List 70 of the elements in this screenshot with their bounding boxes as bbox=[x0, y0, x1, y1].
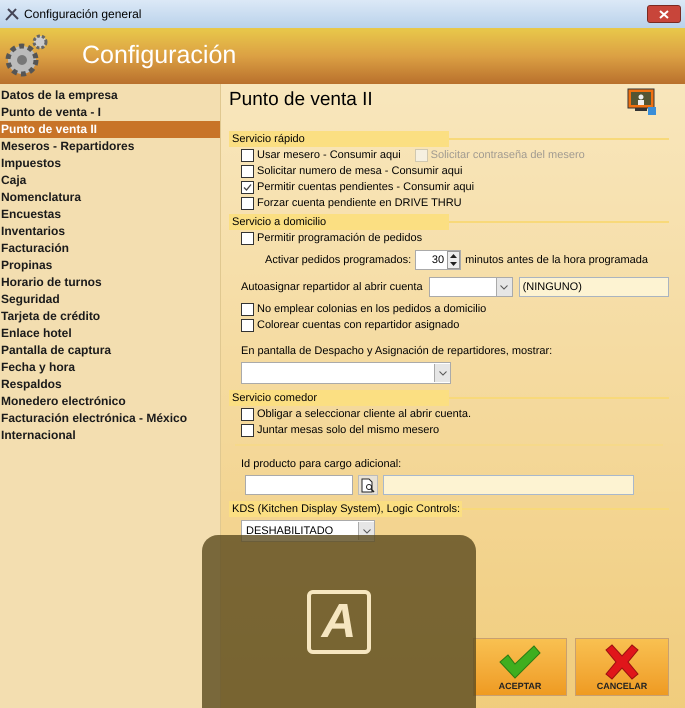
checkbox-label: Solicitar numero de mesa - Consumir aqui bbox=[257, 164, 462, 179]
checkbox[interactable] bbox=[241, 148, 254, 162]
sidebar-item[interactable]: Monedero electrónico bbox=[0, 393, 220, 410]
spinner-label: Activar pedidos programados: bbox=[265, 252, 412, 268]
section-heading: Servicio rápido bbox=[229, 131, 449, 147]
checkmark-icon bbox=[498, 644, 542, 680]
repartidor-name-field: (NINGUNO) bbox=[518, 277, 669, 297]
checkbox-label: Permitir programación de pedidos bbox=[257, 230, 422, 246]
sidebar-item[interactable]: Punto de venta - I bbox=[0, 104, 220, 121]
checkbox[interactable] bbox=[241, 424, 254, 436]
sidebar-item[interactable]: Respaldos bbox=[0, 376, 220, 393]
combo-label: Autoasignar repartidor al abrir cuenta bbox=[241, 280, 423, 295]
checkbox-label: Obligar a seleccionar cliente al abrir cuenta. bbox=[257, 406, 472, 422]
sidebar-item[interactable]: Seguridad bbox=[0, 291, 220, 308]
checkbox[interactable] bbox=[241, 180, 254, 194]
number-spinner[interactable]: 30 bbox=[415, 250, 462, 270]
search-button[interactable] bbox=[358, 475, 378, 495]
sidebar-item[interactable]: Propinas bbox=[0, 257, 220, 274]
checkbox-label: No emplear colonias en los pedidos a domicilio bbox=[257, 302, 486, 317]
select-field[interactable] bbox=[241, 362, 451, 384]
sidebar-item[interactable]: Impuestos bbox=[0, 155, 220, 172]
section-heading: Servicio comedor bbox=[229, 390, 449, 406]
spin-arrows-icon bbox=[447, 251, 460, 269]
checkbox[interactable] bbox=[241, 302, 254, 316]
checkbox-label: Juntar mesas solo del mismo mesero bbox=[257, 422, 440, 438]
monitor-icon bbox=[627, 88, 657, 116]
checkbox[interactable] bbox=[241, 164, 254, 178]
sidebar-item[interactable]: Datos de la empresa bbox=[0, 87, 220, 104]
sidebar-item[interactable]: Encuestas bbox=[0, 206, 220, 223]
tools-icon bbox=[4, 6, 20, 22]
checkbox[interactable] bbox=[241, 318, 254, 332]
sidebar-item[interactable]: Pantalla de captura bbox=[0, 342, 220, 359]
accept-button[interactable]: ACEPTAR bbox=[473, 638, 567, 696]
close-icon bbox=[659, 10, 669, 18]
sidebar-item[interactable]: Meseros - Repartidores bbox=[0, 138, 220, 155]
checkbox-label: Colorear cuentas con repartidor asignado bbox=[257, 318, 460, 333]
sidebar-item[interactable]: Tarjeta de crédito bbox=[0, 308, 220, 325]
window-title: Configuración general bbox=[24, 6, 142, 23]
chevron-down-icon bbox=[362, 528, 370, 534]
spinner-suffix: minutos antes de la hora programada bbox=[465, 252, 648, 268]
sidebar-item[interactable]: Horario de turnos bbox=[0, 274, 220, 291]
field-label: En pantalla de Despacho y Asignación de repartidores, mostrar: bbox=[241, 344, 552, 358]
checkbox[interactable] bbox=[241, 196, 254, 210]
chevron-down-icon bbox=[500, 284, 508, 290]
sidebar-item[interactable]: Facturación bbox=[0, 240, 220, 257]
sidebar-item[interactable]: Facturación electrónica - México bbox=[0, 410, 220, 427]
checkbox[interactable] bbox=[241, 408, 254, 420]
sidebar-item[interactable]: Nomenclatura bbox=[0, 189, 220, 206]
checkbox-label: Forzar cuenta pendiente en DRIVE THRU bbox=[257, 196, 462, 211]
sidebar-item[interactable]: Inventarios bbox=[0, 223, 220, 240]
sidebar-item[interactable]: Punto de venta II bbox=[0, 121, 220, 138]
close-button[interactable] bbox=[647, 5, 681, 23]
header-title: Configuración bbox=[82, 40, 236, 72]
cancel-button[interactable]: CANCELAR bbox=[575, 638, 669, 696]
checkbox[interactable] bbox=[241, 232, 254, 244]
sidebar-item[interactable]: Fecha y hora bbox=[0, 359, 220, 376]
sidebar-item[interactable]: Enlace hotel bbox=[0, 325, 220, 342]
document-search-icon bbox=[361, 478, 375, 492]
page-title: Punto de venta II bbox=[229, 88, 373, 112]
field-label: Id producto para cargo adicional: bbox=[241, 456, 402, 472]
chevron-down-icon bbox=[438, 370, 446, 376]
checkbox-label: Solicitar contraseña del mesero bbox=[430, 148, 585, 163]
keyboard-icon[interactable]: A bbox=[307, 590, 371, 654]
section-heading: Servicio a domicilio bbox=[229, 214, 449, 230]
product-id-field[interactable] bbox=[245, 475, 353, 495]
sidebar-item[interactable]: Internacional bbox=[0, 427, 220, 444]
checkbox-label: Permitir cuentas pendientes - Consumir aqui bbox=[257, 180, 474, 195]
checkbox-label: Usar mesero - Consumir aqui bbox=[257, 148, 401, 163]
section-heading: KDS (Kitchen Display System), Logic Controls: bbox=[229, 501, 462, 517]
sidebar-item[interactable]: Caja bbox=[0, 172, 220, 189]
